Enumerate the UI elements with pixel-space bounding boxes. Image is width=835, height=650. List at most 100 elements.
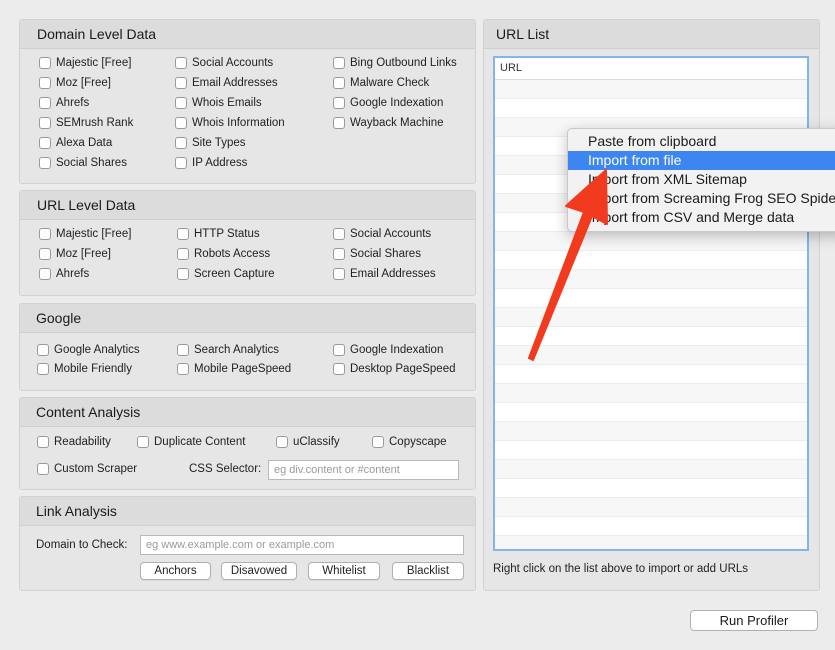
checkbox-box[interactable]: [39, 137, 51, 149]
checkbox-box[interactable]: [333, 248, 345, 260]
checkbox-google-indexation[interactable]: Google Indexation: [333, 97, 443, 109]
checkbox-wayback-machine[interactable]: Wayback Machine: [333, 117, 444, 129]
checkbox-box[interactable]: [333, 363, 345, 375]
checkbox-box[interactable]: [175, 77, 187, 89]
checkbox-social-shares[interactable]: Social Shares: [333, 248, 421, 260]
checkbox-google-indexation[interactable]: Google Indexation: [333, 344, 443, 356]
url-row[interactable]: [495, 327, 807, 346]
checkbox-email-addresses[interactable]: Email Addresses: [175, 77, 278, 89]
checkbox-box[interactable]: [175, 97, 187, 109]
checkbox-box[interactable]: [333, 228, 345, 240]
checkbox-site-types[interactable]: Site Types: [175, 137, 246, 149]
checkbox-duplicate-content[interactable]: Duplicate Content: [137, 436, 245, 448]
css-selector-input[interactable]: eg div.content or #content: [268, 460, 459, 480]
checkbox-malware-check[interactable]: Malware Check: [333, 77, 429, 89]
checkbox-box[interactable]: [39, 57, 51, 69]
checkbox-bing-outbound-links[interactable]: Bing Outbound Links: [333, 57, 457, 69]
checkbox-box[interactable]: [177, 268, 189, 280]
url-row[interactable]: [495, 289, 807, 308]
checkbox-box[interactable]: [177, 248, 189, 260]
url-row[interactable]: [495, 460, 807, 479]
checkbox-mobile-pagespeed[interactable]: Mobile PageSpeed: [177, 363, 291, 375]
checkbox-box[interactable]: [276, 436, 288, 448]
whitelist-button[interactable]: Whitelist: [308, 562, 380, 580]
checkbox-robots-access[interactable]: Robots Access: [177, 248, 270, 260]
url-row[interactable]: [495, 422, 807, 441]
url-row[interactable]: [495, 536, 807, 549]
checkbox-mobile-friendly[interactable]: Mobile Friendly: [37, 363, 132, 375]
url-row[interactable]: [495, 270, 807, 289]
checkbox-whois-emails[interactable]: Whois Emails: [175, 97, 262, 109]
checkbox-moz-free[interactable]: Moz [Free]: [39, 248, 111, 260]
url-column-header[interactable]: URL: [495, 58, 807, 80]
checkbox-box[interactable]: [137, 436, 149, 448]
checkbox-box[interactable]: [175, 117, 187, 129]
url-row[interactable]: [495, 232, 807, 251]
checkbox-box[interactable]: [39, 117, 51, 129]
url-row[interactable]: [495, 384, 807, 403]
checkbox-box[interactable]: [37, 344, 49, 356]
checkbox-social-accounts[interactable]: Social Accounts: [175, 57, 273, 69]
checkbox-box[interactable]: [333, 57, 345, 69]
menu-item-import-from-xml-sitemap[interactable]: Import from XML Sitemap: [568, 170, 835, 189]
checkbox-box[interactable]: [39, 97, 51, 109]
checkbox-box[interactable]: [175, 137, 187, 149]
checkbox-whois-information[interactable]: Whois Information: [175, 117, 285, 129]
checkbox-box[interactable]: [39, 77, 51, 89]
checkbox-box[interactable]: [37, 463, 49, 475]
blacklist-button[interactable]: Blacklist: [392, 562, 464, 580]
url-row[interactable]: [495, 441, 807, 460]
checkbox-majestic-free[interactable]: Majestic [Free]: [39, 57, 131, 69]
checkbox-box[interactable]: [333, 344, 345, 356]
checkbox-box[interactable]: [39, 228, 51, 240]
checkbox-alexa-data[interactable]: Alexa Data: [39, 137, 112, 149]
checkbox-majestic-free[interactable]: Majestic [Free]: [39, 228, 131, 240]
checkbox-semrush-rank[interactable]: SEMrush Rank: [39, 117, 133, 129]
checkbox-readability[interactable]: Readability: [37, 436, 111, 448]
checkbox-box[interactable]: [177, 228, 189, 240]
checkbox-box[interactable]: [37, 436, 49, 448]
checkbox-box[interactable]: [175, 157, 187, 169]
checkbox-box[interactable]: [39, 248, 51, 260]
checkbox-box[interactable]: [37, 363, 49, 375]
url-row[interactable]: [495, 498, 807, 517]
checkbox-box[interactable]: [177, 344, 189, 356]
checkbox-box[interactable]: [333, 77, 345, 89]
url-row[interactable]: [495, 517, 807, 536]
checkbox-ip-address[interactable]: IP Address: [175, 157, 247, 169]
checkbox-box[interactable]: [39, 268, 51, 280]
checkbox-box[interactable]: [39, 157, 51, 169]
checkbox-screen-capture[interactable]: Screen Capture: [177, 268, 275, 280]
checkbox-box[interactable]: [175, 57, 187, 69]
checkbox-custom-scraper[interactable]: Custom Scraper: [37, 463, 137, 475]
checkbox-desktop-pagespeed[interactable]: Desktop PageSpeed: [333, 363, 456, 375]
url-row[interactable]: [495, 365, 807, 384]
checkbox-moz-free[interactable]: Moz [Free]: [39, 77, 111, 89]
checkbox-box[interactable]: [372, 436, 384, 448]
checkbox-box[interactable]: [333, 97, 345, 109]
url-row[interactable]: [495, 308, 807, 327]
checkbox-social-accounts[interactable]: Social Accounts: [333, 228, 431, 240]
checkbox-box[interactable]: [333, 268, 345, 280]
checkbox-copyscape[interactable]: Copyscape: [372, 436, 447, 448]
checkbox-social-shares[interactable]: Social Shares: [39, 157, 127, 169]
menu-item-paste-from-clipboard[interactable]: Paste from clipboard: [568, 132, 835, 151]
url-row[interactable]: [495, 479, 807, 498]
menu-item-import-from-csv-merge[interactable]: Import from CSV and Merge data: [568, 208, 835, 227]
checkbox-google-analytics[interactable]: Google Analytics: [37, 344, 140, 356]
menu-item-import-from-file[interactable]: Import from file: [568, 151, 835, 170]
checkbox-ahrefs[interactable]: Ahrefs: [39, 268, 89, 280]
url-row[interactable]: [495, 99, 807, 118]
checkbox-box[interactable]: [333, 117, 345, 129]
checkbox-http-status[interactable]: HTTP Status: [177, 228, 260, 240]
checkbox-box[interactable]: [177, 363, 189, 375]
domain-to-check-input[interactable]: eg www.example.com or example.com: [140, 535, 464, 555]
run-profiler-button[interactable]: Run Profiler: [690, 610, 818, 631]
checkbox-ahrefs[interactable]: Ahrefs: [39, 97, 89, 109]
checkbox-email-addresses[interactable]: Email Addresses: [333, 268, 436, 280]
anchors-button[interactable]: Anchors: [140, 562, 211, 580]
url-row[interactable]: [495, 346, 807, 365]
checkbox-uclassify[interactable]: uClassify: [276, 436, 340, 448]
menu-item-import-from-screaming-frog[interactable]: Import from Screaming Frog SEO Spider: [568, 189, 835, 208]
url-row[interactable]: [495, 403, 807, 422]
